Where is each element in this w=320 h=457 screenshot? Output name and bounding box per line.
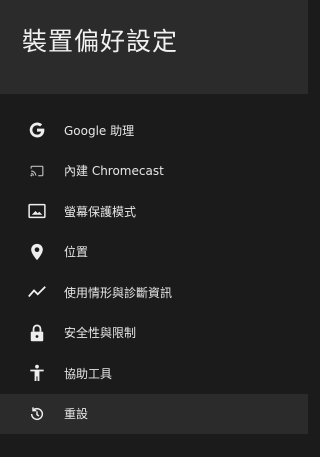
accessibility-icon [26,362,48,384]
menu-item-location[interactable]: 位置 [0,232,308,273]
menu-item-google-assistant[interactable]: Google 助理 [0,110,308,151]
cast-icon [26,160,48,182]
screensaver-icon [26,200,48,222]
menu-item-usage-diagnostics[interactable]: 使用情形與診斷資訊 [0,272,308,313]
menu-item-label: 重設 [64,407,89,422]
menu-item-chromecast[interactable]: 內建 Chromecast [0,151,308,192]
menu-item-label: 安全性與限制 [64,326,137,341]
header: 裝置偏好設定 [0,0,308,94]
page-title: 裝置偏好設定 [22,27,179,56]
menu-item-label: 螢幕保護模式 [64,204,137,219]
menu-item-label: 使用情形與診斷資訊 [64,285,173,300]
menu-item-screensaver[interactable]: 螢幕保護模式 [0,191,308,232]
location-pin-icon [26,241,48,263]
trend-icon [26,281,48,303]
menu-item-label: 位置 [64,245,89,260]
menu-item-label: Google 助理 [64,123,135,138]
menu-item-accessibility[interactable]: 協助工具 [0,353,308,394]
menu-item-security[interactable]: 安全性與限制 [0,313,308,354]
menu-item-label: 協助工具 [64,366,113,381]
lock-icon [26,322,48,344]
menu-item-label: 內建 Chromecast [64,164,164,179]
google-icon [26,119,48,141]
menu-item-reset[interactable]: 重設 [0,393,308,434]
settings-menu: Google 助理 內建 Chromecast 螢幕保護模式 位置 使用情形與診… [0,110,308,434]
restore-icon [26,403,48,425]
